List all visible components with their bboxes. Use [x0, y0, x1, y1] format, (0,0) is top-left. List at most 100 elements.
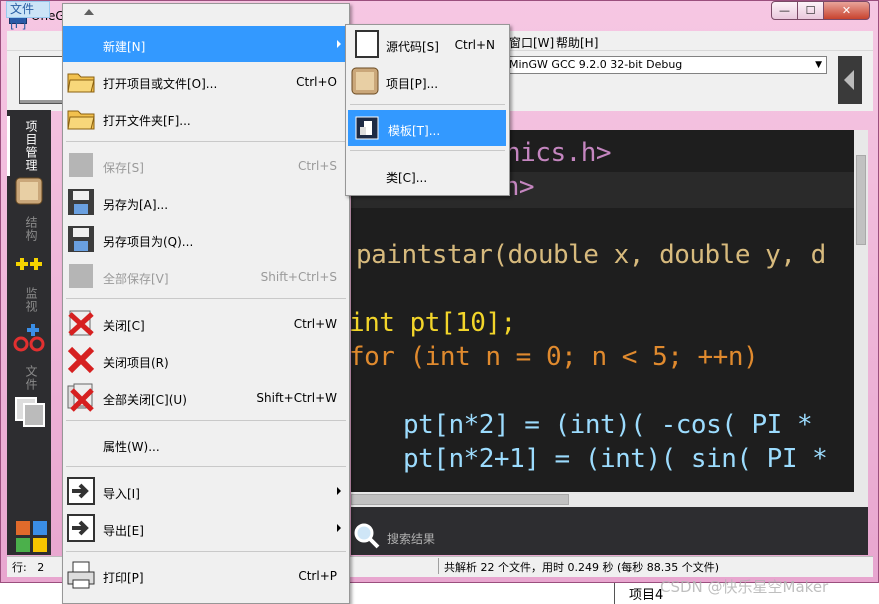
- close-project-icon: [67, 346, 95, 374]
- menu-item-label: 导出[E]: [103, 524, 144, 538]
- menu-item-new[interactable]: 新建[N]: [63, 26, 349, 62]
- status-divider: [438, 558, 439, 574]
- menu-item-label: 全部保存[V]: [103, 272, 169, 286]
- folder-icon: [67, 110, 95, 130]
- menu-item-label: 关闭项目(R): [103, 356, 169, 370]
- menu-item-close-all[interactable]: 全部关闭[C](U) Shift+Ctrl+W: [63, 379, 349, 415]
- watermark: CSDN @快乐星空Maker: [660, 578, 829, 596]
- tab-files[interactable]: 文件: [20, 365, 40, 391]
- source-file-icon: [355, 30, 379, 58]
- menu-item-label: 打开项目或文件[O]...: [103, 77, 218, 91]
- status-row-text: 行:: [12, 561, 27, 574]
- new-file-icon[interactable]: [19, 56, 67, 104]
- code-line-4: paintstar(double x, double y, d: [356, 240, 826, 270]
- submenu-arrow-icon: [337, 487, 341, 495]
- submenu-item-project[interactable]: 项目[P]...: [346, 63, 509, 99]
- submenu-item-shortcut: Ctrl+N: [454, 38, 495, 52]
- project-icon: [15, 177, 43, 205]
- menu-separator: [66, 466, 346, 467]
- arrow-left-icon: [844, 70, 854, 90]
- submenu-separator: [350, 150, 505, 151]
- submenu-item-template[interactable]: 模板[T]...: [348, 110, 506, 146]
- menu-item-shortcut: Ctrl+S: [297, 159, 337, 173]
- tab-search-results[interactable]: 搜索结果: [387, 530, 435, 547]
- editor-vertical-scroll-thumb[interactable]: [856, 155, 866, 245]
- toolbar-scroll-button[interactable]: [838, 56, 862, 104]
- menu-item-label: 新建[N]: [103, 40, 146, 54]
- close-button[interactable]: ✕: [823, 1, 870, 20]
- menu-item-print[interactable]: 打印[P] Ctrl+P: [63, 557, 349, 593]
- menu-item-save-all[interactable]: 全部保存[V] Shift+Ctrl+S: [63, 258, 349, 294]
- menu-item-shortcut: Shift+Ctrl+W: [256, 391, 337, 405]
- compiler-select-value: MinGW GCC 9.2.0 32-bit Debug: [509, 58, 683, 71]
- status-row-value: 2: [37, 561, 45, 574]
- minimize-button[interactable]: —: [771, 1, 798, 20]
- behind-project-item: 项目4: [629, 588, 664, 603]
- menu-item-close[interactable]: 关闭[C] Ctrl+W: [63, 305, 349, 341]
- close-file-icon: [68, 310, 94, 336]
- editor-horizontal-scroll-thumb[interactable]: [351, 494, 569, 505]
- menu-item-label: 另存项目为(Q)...: [103, 235, 194, 249]
- menu-separator: [66, 298, 346, 299]
- dock-selected-indicator: [7, 116, 10, 176]
- menu-item-label: 另存为[A]...: [103, 198, 169, 212]
- menu-separator: [66, 420, 346, 421]
- menu-item-save-as[interactable]: 另存为[A]...: [63, 184, 349, 220]
- menu-item-shortcut: Ctrl+P: [298, 569, 337, 583]
- files-icon: [15, 397, 45, 427]
- save-icon: [69, 153, 93, 177]
- menu-window[interactable]: 窗口[W]: [509, 34, 554, 51]
- submenu-item-source-code[interactable]: 源代码[S] Ctrl+N: [346, 26, 509, 62]
- menu-item-label: 打开文件夹[F]...: [103, 114, 191, 128]
- status-parse-info: 共解析 22 个文件，用时 0.249 秒 (每秒 88.35 个文件): [444, 561, 720, 574]
- watch-glasses-icon: [13, 324, 45, 352]
- template-icon: [355, 116, 379, 140]
- plus-plus-icon: [16, 258, 42, 270]
- tab-project-manager[interactable]: 项目管理: [20, 120, 40, 172]
- menu-item-shortcut: Ctrl+O: [296, 75, 337, 89]
- save-all-icon: [69, 264, 93, 288]
- behind-divider: [614, 583, 615, 604]
- menu-item-save[interactable]: 保存[S] Ctrl+S: [63, 147, 349, 183]
- code-line-9: pt[n*2] = (int)( -cos( PI *: [403, 410, 813, 440]
- import-icon: [67, 477, 95, 505]
- close-all-icon: [67, 383, 94, 412]
- code-line-1: hics.h>: [505, 138, 612, 168]
- menu-item-label: 关闭[C]: [103, 319, 145, 333]
- status-row-label: 行: 2: [12, 559, 44, 575]
- code-line-10: pt[n*2+1] = (int)( sin( PI *: [403, 444, 828, 474]
- menu-item-close-project[interactable]: 关闭项目(R): [63, 342, 349, 378]
- submenu-arrow-icon: [337, 40, 341, 48]
- menu-item-label: 属性(W)...: [103, 440, 160, 454]
- menu-scroll-up-icon[interactable]: [84, 9, 94, 15]
- menu-item-open[interactable]: 打开项目或文件[O]... Ctrl+O: [63, 63, 349, 99]
- folder-open-icon: [67, 73, 95, 93]
- maximize-button[interactable]: ☐: [797, 1, 824, 20]
- submenu-item-label: 模板[T]...: [388, 124, 441, 138]
- menu-item-open-folder[interactable]: 打开文件夹[F]...: [63, 100, 349, 136]
- export-icon: [67, 514, 95, 542]
- menu-item-label: 全部关闭[C](U): [103, 393, 187, 407]
- search-icon: [354, 523, 380, 549]
- blank-icon: [66, 29, 96, 59]
- code-line-6: int pt[10];: [349, 308, 516, 338]
- tab-structure[interactable]: 结构: [20, 216, 40, 242]
- submenu-arrow-icon: [337, 524, 341, 532]
- menu-item-import[interactable]: 导入[I]: [63, 473, 349, 509]
- submenu-item-label: 源代码[S]: [386, 40, 439, 54]
- code-line-7: for (int n = 0; n < 5; ++n): [349, 342, 759, 372]
- menu-item-export[interactable]: 导出[E]: [63, 510, 349, 546]
- menu-separator: [66, 551, 346, 552]
- menu-item-label: 导入[I]: [103, 487, 140, 501]
- menu-item-save-project-as[interactable]: 另存项目为(Q)...: [63, 221, 349, 257]
- submenu-item-class[interactable]: 类[C]...: [346, 157, 509, 193]
- menu-item-label: 打印[P]: [103, 571, 144, 585]
- menu-item-properties[interactable]: 属性(W)...: [63, 426, 349, 462]
- compiler-select[interactable]: MinGW GCC 9.2.0 32-bit Debug ▼: [504, 56, 827, 74]
- save-project-as-icon: [68, 226, 94, 252]
- menu-item-label: 保存[S]: [103, 161, 144, 175]
- tiles-icon[interactable]: [15, 520, 49, 554]
- tab-watch[interactable]: 监视: [20, 287, 40, 313]
- menu-file[interactable]: 文件[F]: [6, 1, 50, 31]
- menu-help[interactable]: 帮助[H]: [556, 34, 598, 51]
